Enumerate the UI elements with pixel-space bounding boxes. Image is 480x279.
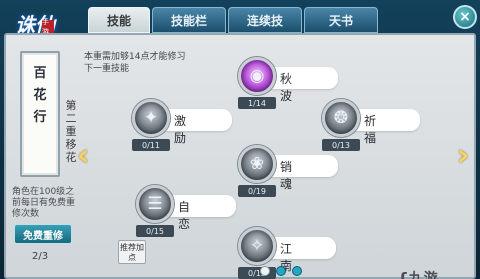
close-icon: × xyxy=(459,9,471,25)
close-button[interactable]: × xyxy=(453,5,477,29)
skill-name: 自恋 xyxy=(178,200,191,231)
requirement-hint: 本重需加够14点才能修习下一重技能 xyxy=(84,52,186,74)
tab-skills[interactable]: 技能 xyxy=(88,7,150,33)
skill-level: 0/11 xyxy=(132,139,170,151)
skill-name: 秋波 xyxy=(280,72,293,103)
skill-level: 1/14 xyxy=(238,97,276,109)
tab-skill-bar[interactable]: 技能栏 xyxy=(152,7,226,33)
skill-level: 0/15 xyxy=(136,225,174,237)
skill-book-icon: ☰ xyxy=(136,185,174,223)
skill-star-icon: ✦ xyxy=(132,99,170,137)
school-char: 花 xyxy=(33,88,47,103)
free-reset-button[interactable]: 免费重修 xyxy=(14,224,72,244)
skill-name: 激励 xyxy=(174,114,187,145)
page-dot[interactable] xyxy=(292,266,302,276)
reset-description: 角色在100级之前每日有免费重修次数 xyxy=(12,187,76,219)
page-dot[interactable] xyxy=(276,266,286,276)
pagination-dots xyxy=(260,266,302,276)
logo-seal: 手游 xyxy=(42,18,54,36)
skill-orb-icon: ◉ xyxy=(238,57,276,95)
prev-tier-arrow[interactable]: ‹ xyxy=(72,135,94,175)
skill-blessing-icon: ❂ xyxy=(322,99,360,137)
page-indicator: 2/3 xyxy=(32,251,49,262)
chevron-right-icon: › xyxy=(456,137,470,173)
tab-heaven-book[interactable]: 天书 xyxy=(304,7,378,33)
recommend-points-button[interactable]: 推荐加点 xyxy=(118,240,146,264)
game-frame: 诛仙 手游 技能 技能栏 连续技 天书 × 百 花 行 第二重移花 角色在100… xyxy=(0,0,480,279)
skill-name: 销魂 xyxy=(280,160,293,191)
skill-level: 0/19 xyxy=(238,185,276,197)
skill-level: 0/13 xyxy=(322,139,360,151)
watermark: ʃ 九游 xyxy=(400,268,439,279)
watermark-text: 九游 xyxy=(408,271,439,279)
school-card: 百 花 行 xyxy=(20,51,60,177)
tab-bar: 技能 技能栏 连续技 天书 xyxy=(88,7,378,33)
tab-combo[interactable]: 连续技 xyxy=(228,7,302,33)
watermark-logo-icon: ʃ xyxy=(400,268,407,279)
school-char: 百 xyxy=(33,66,47,81)
skill-name: 祈福 xyxy=(364,114,377,145)
page-dot[interactable] xyxy=(260,266,270,276)
school-char: 行 xyxy=(33,110,47,125)
skill-sparkle-icon: ✧ xyxy=(238,227,276,265)
skill-panel: 百 花 行 第二重移花 角色在100级之前每日有免费重修次数 免费重修 2/3 … xyxy=(4,33,476,279)
next-tier-arrow[interactable]: › xyxy=(452,135,474,175)
skill-flower-icon: ❀ xyxy=(238,145,276,183)
chevron-left-icon: ‹ xyxy=(76,137,90,173)
